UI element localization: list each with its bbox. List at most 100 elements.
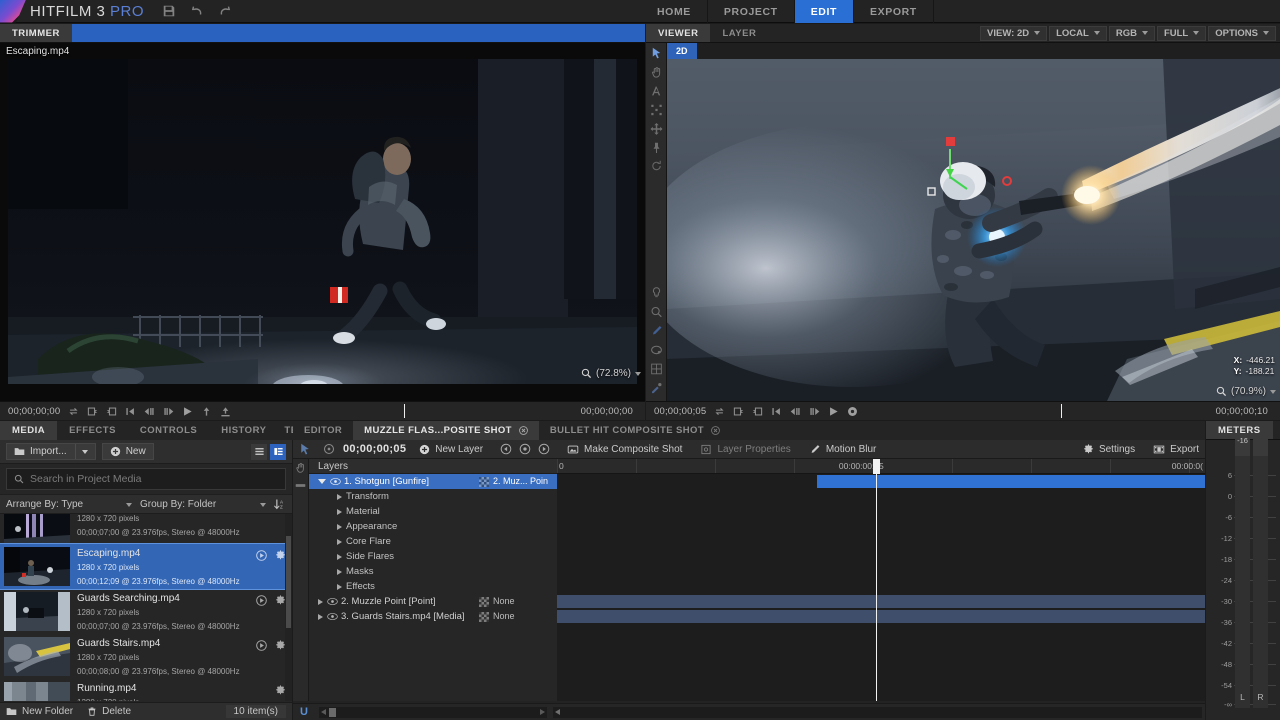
track-row-transform[interactable] bbox=[557, 489, 1205, 504]
set-out-icon[interactable] bbox=[752, 406, 763, 417]
track-row-appearance[interactable] bbox=[557, 519, 1205, 534]
main-tab-home[interactable]: HOME bbox=[641, 0, 708, 23]
timeline-clip-muzzle-point[interactable] bbox=[557, 595, 1205, 608]
save-icon[interactable] bbox=[162, 4, 176, 18]
track-row-effects[interactable] bbox=[557, 579, 1205, 594]
chevron-right-icon[interactable] bbox=[337, 524, 342, 530]
viewer-zoom-control[interactable]: (70.9%) bbox=[1216, 386, 1276, 397]
track-row-side-flares[interactable] bbox=[557, 549, 1205, 564]
playhead-handle[interactable] bbox=[873, 459, 880, 474]
layer-blend-label[interactable]: None bbox=[493, 611, 551, 621]
scrollbar-thumb[interactable] bbox=[286, 536, 291, 628]
blend-mode-icon[interactable] bbox=[479, 477, 489, 487]
timeline-clip-shotgun[interactable] bbox=[817, 475, 1205, 488]
list-item[interactable]: Guards Searching.mp4 1280 x 720 pixels 0… bbox=[0, 589, 292, 634]
new-folder-button[interactable]: New Folder bbox=[6, 706, 73, 717]
list-item[interactable]: Guards Stairs.mp4 1280 x 720 pixels 00;0… bbox=[0, 634, 292, 679]
chevron-right-icon[interactable] bbox=[318, 614, 323, 620]
slip-tool-icon[interactable] bbox=[295, 480, 306, 491]
play-icon[interactable] bbox=[256, 595, 267, 606]
track-row-muzzle-point[interactable] bbox=[557, 594, 1205, 609]
viewer-playhead[interactable] bbox=[1061, 404, 1062, 418]
layer-properties-button[interactable]: Layer Properties bbox=[691, 444, 799, 455]
layer-row-shotgun-gunfire[interactable]: 1. Shotgun [Gunfire] 2. Muz... Poin bbox=[309, 474, 557, 489]
move-icon[interactable] bbox=[650, 123, 663, 135]
track-row-material[interactable] bbox=[557, 504, 1205, 519]
viewer-option-view-mode[interactable]: VIEW: 2D bbox=[980, 26, 1047, 41]
layer-property-side-flares[interactable]: Side Flares bbox=[309, 549, 557, 564]
import-button[interactable]: Import... bbox=[6, 443, 96, 460]
viewer-tab-2d[interactable]: 2D bbox=[667, 43, 697, 59]
tab-muzzle-flash-composite-shot[interactable]: MUZZLE FLAS...POSITE SHOT bbox=[353, 421, 539, 440]
settings-button[interactable]: Settings bbox=[1074, 444, 1144, 455]
step-back-icon[interactable] bbox=[790, 406, 801, 417]
scrollbar-thumb[interactable] bbox=[329, 708, 336, 717]
select-arrow-icon[interactable] bbox=[299, 443, 311, 455]
tab-editor[interactable]: EDITOR bbox=[293, 421, 353, 440]
close-icon[interactable] bbox=[711, 426, 720, 435]
trimmer-zoom-control[interactable]: (72.8%) bbox=[581, 368, 641, 379]
layer-property-effects[interactable]: Effects bbox=[309, 579, 557, 594]
hand-icon[interactable] bbox=[295, 462, 306, 473]
viewer-option-coordinate-space[interactable]: LOCAL bbox=[1049, 26, 1107, 41]
timeline-clip-guards-stairs[interactable] bbox=[557, 610, 1205, 623]
previous-keyframe-icon[interactable] bbox=[500, 443, 512, 455]
viewer-stage[interactable]: 2D bbox=[667, 43, 1280, 401]
hand-icon[interactable] bbox=[650, 66, 663, 78]
layer-blend-label[interactable]: 2. Muz... Poin bbox=[493, 476, 551, 486]
ripple-insert-icon[interactable] bbox=[201, 406, 212, 417]
tab-viewer[interactable]: VIEWER bbox=[646, 24, 710, 42]
play-icon[interactable] bbox=[182, 406, 193, 417]
layer-blend-label[interactable]: None bbox=[493, 596, 551, 606]
new-layer-button[interactable]: New Layer bbox=[410, 444, 492, 455]
chevron-right-icon[interactable] bbox=[318, 599, 323, 605]
play-icon[interactable] bbox=[256, 550, 267, 561]
track-row-shotgun[interactable] bbox=[557, 474, 1205, 489]
layer-row-muzzle-point[interactable]: 2. Muzzle Point [Point] None bbox=[309, 594, 557, 609]
set-in-icon[interactable] bbox=[733, 406, 744, 417]
tab-layer[interactable]: LAYER bbox=[710, 24, 768, 42]
layer-row-guards-stairs-media[interactable]: 3. Guards Stairs.mp4 [Media] None bbox=[309, 609, 557, 624]
step-back-icon[interactable] bbox=[144, 406, 155, 417]
viewer-video-frame[interactable] bbox=[667, 59, 1280, 401]
layer-property-material[interactable]: Material bbox=[309, 504, 557, 519]
chevron-down-icon[interactable] bbox=[1270, 390, 1276, 394]
record-icon[interactable] bbox=[847, 406, 858, 417]
search-input[interactable]: Search in Project Media bbox=[6, 468, 286, 490]
viewer-scrub-track[interactable] bbox=[861, 402, 1160, 420]
zoom-out-handle[interactable] bbox=[555, 709, 560, 715]
tab-controls[interactable]: CONTROLS bbox=[128, 421, 209, 440]
undo-icon[interactable] bbox=[190, 4, 204, 18]
detail-view-button[interactable] bbox=[270, 444, 286, 460]
snapping-toggle[interactable]: U bbox=[293, 706, 315, 718]
main-tab-project[interactable]: PROJECT bbox=[708, 0, 795, 23]
sort-az-icon[interactable]: AZ bbox=[274, 498, 286, 510]
export-button[interactable]: Export bbox=[1144, 444, 1205, 455]
list-item[interactable]: 1280 x 720 pixels 00;00;07;00 @ 23.976fp… bbox=[0, 514, 292, 544]
viewer-option-channel[interactable]: RGB bbox=[1109, 26, 1155, 41]
tracks-horizontal-scrollbar[interactable] bbox=[553, 707, 1202, 718]
eye-icon[interactable] bbox=[327, 612, 338, 621]
media-item-list[interactable]: 1280 x 720 pixels 00;00;07;00 @ 23.976fp… bbox=[0, 514, 292, 701]
close-icon[interactable] bbox=[519, 426, 528, 435]
layers-horizontal-scrollbar[interactable] bbox=[319, 707, 547, 718]
play-icon[interactable] bbox=[256, 640, 267, 651]
list-item[interactable]: Escaping.mp4 1280 x 720 pixels 00;00;12;… bbox=[0, 544, 292, 589]
pin-icon[interactable] bbox=[650, 142, 663, 154]
loop-icon[interactable] bbox=[714, 406, 725, 417]
trimmer-scrub-track[interactable] bbox=[215, 402, 525, 420]
make-composite-shot-button[interactable]: Make Composite Shot bbox=[558, 444, 691, 455]
viewer-option-quality[interactable]: FULL bbox=[1157, 26, 1206, 41]
text-icon[interactable] bbox=[650, 85, 663, 97]
magnify-icon[interactable] bbox=[650, 306, 663, 318]
chevron-right-icon[interactable] bbox=[337, 539, 342, 545]
trimmer-playhead[interactable] bbox=[404, 404, 405, 418]
transform-points-icon[interactable] bbox=[650, 104, 663, 116]
tab-history[interactable]: HISTORY bbox=[209, 421, 278, 440]
motion-blur-button[interactable]: Motion Blur bbox=[800, 444, 886, 455]
eye-icon[interactable] bbox=[330, 477, 341, 486]
chevron-right-icon[interactable] bbox=[337, 584, 342, 590]
arrange-by-select[interactable]: Arrange By: Type bbox=[6, 497, 134, 512]
zoom-out-handle[interactable] bbox=[321, 709, 326, 715]
tab-trimmer[interactable]: TRIMMER bbox=[0, 24, 72, 42]
